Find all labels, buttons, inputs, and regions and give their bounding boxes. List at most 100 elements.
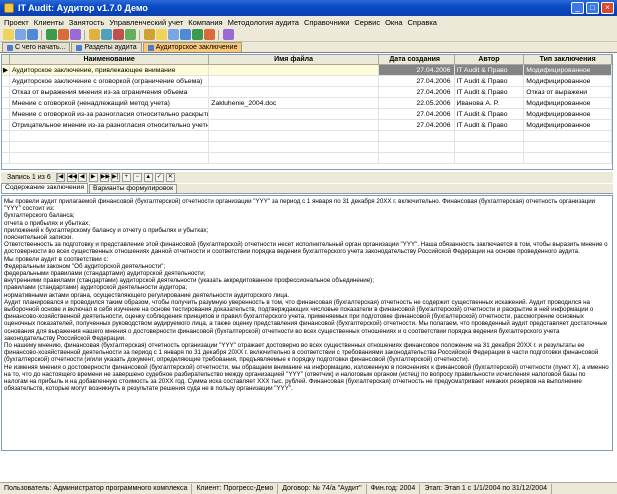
open-icon[interactable] — [15, 29, 26, 40]
conclusion-text-editor[interactable]: Мы провели аудит прилагаемой финансовой … — [1, 195, 613, 451]
menu-item[interactable]: Компания — [188, 18, 227, 27]
status-panel: Договор: № 74/а "Аудит" — [278, 483, 367, 494]
cell-name: Мнение с оговоркой из-за разногласия отн… — [11, 109, 210, 119]
refresh-icon[interactable] — [70, 29, 81, 40]
cell-date — [379, 131, 455, 141]
cell-file: Zakluhenie_2004.doc — [209, 98, 379, 108]
table-row[interactable]: ▶ Аудиторское заключение, привлекающее вн… — [2, 65, 612, 76]
calendar-icon[interactable] — [89, 29, 100, 40]
next-page-button[interactable]: ▶▶ — [99, 173, 110, 182]
prev-record-button[interactable]: ◀ — [77, 173, 87, 182]
document-tab-label: Разделы аудита — [84, 44, 137, 51]
paragraph: бухгалтерского баланса; — [4, 212, 75, 220]
table-row[interactable]: Мнение с оговоркой (ненадлежащий метод у… — [2, 98, 612, 109]
menu-item[interactable]: Сервис — [354, 18, 385, 27]
cell-author: IT Audit & Право — [455, 120, 525, 130]
conclusions-grid: Наименование Имя файла Дата создания Авт… — [1, 54, 613, 170]
next-record-button[interactable]: ▶ — [88, 173, 98, 182]
cell-file — [209, 142, 379, 152]
new-icon[interactable] — [3, 29, 14, 40]
maximize-button[interactable]: □ — [586, 2, 599, 14]
menu-bar: Проект Клиенты Занятость Управленческий уче… — [0, 16, 617, 28]
column-header-name[interactable]: Наименование — [10, 55, 210, 64]
post-record-button[interactable]: ✓ — [154, 173, 164, 182]
save-icon[interactable] — [27, 29, 38, 40]
toolbar — [0, 28, 617, 42]
tab-page-icon — [147, 44, 154, 51]
column-header-type[interactable]: Тип заключения — [524, 55, 612, 64]
cell-type: Модифицированное — [524, 65, 612, 75]
cell-date: 27.04.2006 — [379, 109, 455, 119]
table-row[interactable] — [2, 142, 612, 153]
paragraph: отчета о прибылях и убытках; — [4, 219, 90, 227]
table-row[interactable]: Отрицательное мнение из-за разногласия о… — [2, 120, 612, 131]
menu-item[interactable]: Клиенты — [34, 18, 69, 27]
cell-name: Отказ от выражения мнения из-за ограниче… — [10, 87, 210, 97]
indicator-header — [2, 55, 10, 64]
cell-name — [10, 142, 210, 152]
table-row[interactable]: Аудиторское заключение с оговоркой (огра… — [2, 76, 612, 87]
column-header-file[interactable]: Имя файла — [209, 55, 379, 64]
menu-item[interactable]: Методология аудита — [228, 18, 304, 27]
method-icon[interactable] — [156, 29, 167, 40]
close-button[interactable]: × — [601, 2, 614, 14]
users-icon[interactable] — [144, 29, 155, 40]
column-header-author[interactable]: Автор — [455, 55, 525, 64]
menu-item[interactable]: Справка — [408, 18, 442, 27]
cell-date — [379, 142, 455, 152]
books-icon[interactable] — [168, 29, 179, 40]
help-icon[interactable] — [204, 29, 215, 40]
cell-file — [209, 76, 379, 86]
cell-file — [209, 65, 379, 75]
cell-name: Аудиторское заключение, привлекающее вни… — [9, 65, 210, 75]
menu-item[interactable]: Окна — [385, 18, 407, 27]
chart-icon[interactable] — [101, 29, 112, 40]
cancel-record-button[interactable]: ✕ — [165, 173, 175, 182]
table-row[interactable]: Отказ от выражения мнения из-за ограниче… — [2, 87, 612, 98]
status-panel: Клиент: Прогресс-Демо — [192, 483, 279, 494]
column-header-date[interactable]: Дата создания — [379, 55, 455, 64]
tab-conclusion-content[interactable]: Содержание заключения — [1, 183, 89, 193]
last-record-button[interactable]: ▶| — [110, 173, 120, 182]
minimize-button[interactable]: _ — [571, 2, 584, 14]
paragraph: Аудит планировался и проводился таким об… — [4, 298, 608, 342]
cell-author: IT Audit & Право — [455, 109, 525, 119]
settings-icon[interactable] — [180, 29, 191, 40]
toolbar-separator — [218, 29, 220, 40]
toolbar-separator — [41, 29, 43, 40]
cell-type: Модифицированное — [524, 120, 612, 130]
exit-icon[interactable] — [223, 29, 234, 40]
clients-icon[interactable] — [113, 29, 124, 40]
tab-wording-variants[interactable]: Варианты формулировок — [89, 184, 178, 193]
print-icon[interactable] — [46, 29, 57, 40]
table-row[interactable] — [2, 131, 612, 142]
table-row[interactable] — [2, 153, 612, 164]
cell-author: IT Audit & Право — [454, 65, 525, 75]
document-tab[interactable]: Разделы аудита — [71, 42, 142, 52]
menu-item[interactable]: Проект — [4, 18, 34, 27]
preview-icon[interactable] — [58, 29, 69, 40]
table-row[interactable]: Мнение с оговоркой из-за разногласия отн… — [2, 109, 612, 120]
document-tab[interactable]: Аудиторское заключение — [142, 42, 243, 52]
tab-page-icon — [7, 44, 13, 51]
tools-icon[interactable] — [192, 29, 203, 40]
menu-item[interactable]: Управленческий учет — [109, 18, 188, 27]
row-indicator — [2, 98, 10, 108]
edit-record-button[interactable]: ▲ — [143, 173, 153, 182]
cell-file — [209, 109, 379, 119]
prev-page-button[interactable]: ◀◀ — [66, 173, 77, 182]
menu-item[interactable]: Справочники — [304, 18, 354, 27]
delete-record-button[interactable]: − — [132, 173, 142, 182]
first-record-button[interactable]: |◀ — [55, 173, 65, 182]
report-icon[interactable] — [125, 29, 136, 40]
menu-item[interactable]: Занятость — [69, 18, 110, 27]
cell-author — [455, 142, 525, 152]
document-tab[interactable]: С чего начать... — [2, 42, 71, 52]
toolbar-separator — [139, 29, 141, 40]
cell-name: Аудиторское заключение с оговоркой (огра… — [10, 76, 210, 86]
cell-date: 27.04.2006 — [378, 65, 455, 75]
cell-name: Отрицательное мнение из-за разногласия о… — [11, 120, 210, 130]
add-record-button[interactable]: + — [121, 173, 131, 182]
title-bar: IT Audit: Аудитор v1.7.0 Демо _ □ × — [0, 0, 617, 16]
cell-author — [455, 153, 525, 163]
